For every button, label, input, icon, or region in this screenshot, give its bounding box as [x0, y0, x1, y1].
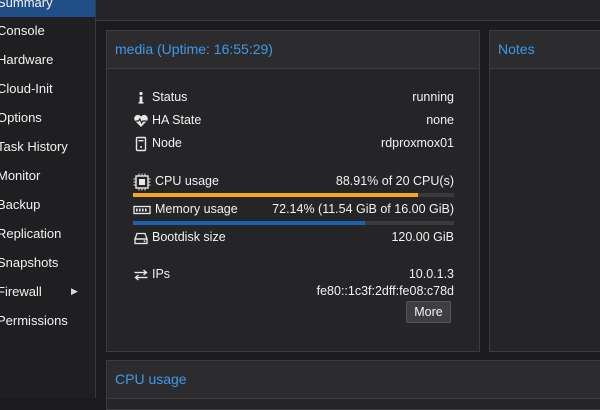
- chevron-right-icon: ▶: [71, 286, 78, 296]
- info-icon: [133, 89, 149, 107]
- sidebar-item-label: Backup: [0, 197, 41, 212]
- memory-usage-value: 72.14% (11.54 GiB of 16.00 GiB): [272, 202, 454, 216]
- ips-label: IPs: [152, 267, 171, 281]
- heartbeat-icon: [133, 112, 149, 130]
- sidebar-item-label: Task History: [0, 139, 68, 154]
- sidebar-item-options[interactable]: Options: [0, 103, 95, 132]
- hdd-icon: [133, 229, 149, 247]
- memory-usage-label: Memory usage: [155, 202, 238, 216]
- toolbar: [96, 0, 600, 21]
- sidebar-item-firewall[interactable]: Firewall ▶: [0, 277, 95, 306]
- sidebar-item-label: Firewall: [0, 284, 42, 299]
- sidebar-item-label: Cloud-Init: [0, 81, 53, 96]
- bootdisk-row: Bootdisk size 120.00 GiB: [133, 229, 454, 247]
- sidebar-item-console[interactable]: Console: [0, 16, 95, 45]
- ha-state-value: none: [426, 113, 454, 127]
- cpu-usage-row: CPU usage 88.91% of 20 CPU(s): [133, 173, 454, 191]
- memory-usage-bar: [133, 221, 454, 225]
- cpu-usage-panel-header: CPU usage: [107, 361, 600, 399]
- sidebar-item-cloud-init[interactable]: Cloud-Init: [0, 74, 95, 103]
- status-panel-title: media (Uptime: 16:55:29): [115, 41, 273, 57]
- sidebar-item-summary[interactable]: Summary: [0, 0, 95, 17]
- sidebar-item-label: Console: [0, 23, 45, 38]
- status-value: running: [412, 90, 454, 104]
- memory-usage-row: Memory usage 72.14% (11.54 GiB of 16.00 …: [133, 201, 454, 219]
- ha-state-label: HA State: [152, 113, 202, 127]
- cpu-usage-panel-title: CPU usage: [115, 371, 187, 387]
- cpu-usage-panel: CPU usage: [106, 360, 600, 410]
- sidebar-item-label: Monitor: [0, 168, 41, 183]
- sidebar-item-label: Options: [0, 110, 42, 125]
- more-button[interactable]: More: [406, 301, 451, 323]
- cpu-usage-bar-fill: [133, 193, 419, 197]
- status-label: Status: [152, 90, 188, 104]
- sidebar-item-task-history[interactable]: Task History: [0, 132, 95, 161]
- sidebar-item-backup[interactable]: Backup: [0, 190, 95, 219]
- server-icon: [133, 135, 149, 153]
- bootdisk-label: Bootdisk size: [152, 230, 226, 244]
- sidebar-item-label: Hardware: [0, 52, 54, 67]
- ip-address: fe80::1c3f:2dff:fe08:c78d: [316, 284, 454, 298]
- status-panel-header: media (Uptime: 16:55:29): [107, 31, 479, 69]
- exchange-icon: [133, 266, 149, 284]
- cpu-usage-bar: [133, 193, 454, 197]
- sidebar-item-replication[interactable]: Replication: [0, 219, 95, 248]
- sidebar-item-label: Permissions: [0, 313, 68, 328]
- cpu-usage-label: CPU usage: [155, 174, 219, 188]
- memory-usage-bar-fill: [133, 221, 365, 225]
- sidebar-item-monitor[interactable]: Monitor: [0, 161, 95, 190]
- sidebar-item-label: Snapshots: [0, 255, 59, 270]
- sidebar-item-permissions[interactable]: Permissions: [0, 306, 95, 335]
- ips-row-2: fe80::1c3f:2dff:fe08:c78d: [133, 283, 454, 301]
- node-value: rdproxmox01: [381, 136, 454, 150]
- node-row: Node rdproxmox01: [133, 135, 454, 153]
- cpu-icon: [133, 173, 151, 191]
- bootdisk-value: 120.00 GiB: [391, 230, 454, 244]
- sidebar-item-hardware[interactable]: Hardware: [0, 45, 95, 74]
- sidebar-item-label: Replication: [0, 226, 62, 241]
- cpu-usage-value: 88.91% of 20 CPU(s): [335, 174, 454, 188]
- notes-panel: Notes: [489, 30, 600, 352]
- notes-panel-header: Notes: [490, 31, 600, 69]
- ips-row: IPs 10.0.1.3: [133, 266, 454, 284]
- node-label: Node: [152, 136, 182, 150]
- ha-state-row: HA State none: [133, 112, 454, 130]
- notes-panel-title: Notes: [498, 41, 535, 57]
- sidebar: Summary Console Hardware Cloud-Init Opti…: [0, 0, 96, 398]
- sidebar-item-label: Summary: [0, 0, 53, 10]
- status-row: Status running: [133, 89, 454, 107]
- sidebar-item-snapshots[interactable]: Snapshots: [0, 248, 95, 277]
- ip-address: 10.0.1.3: [408, 267, 454, 281]
- memory-icon: [133, 201, 151, 219]
